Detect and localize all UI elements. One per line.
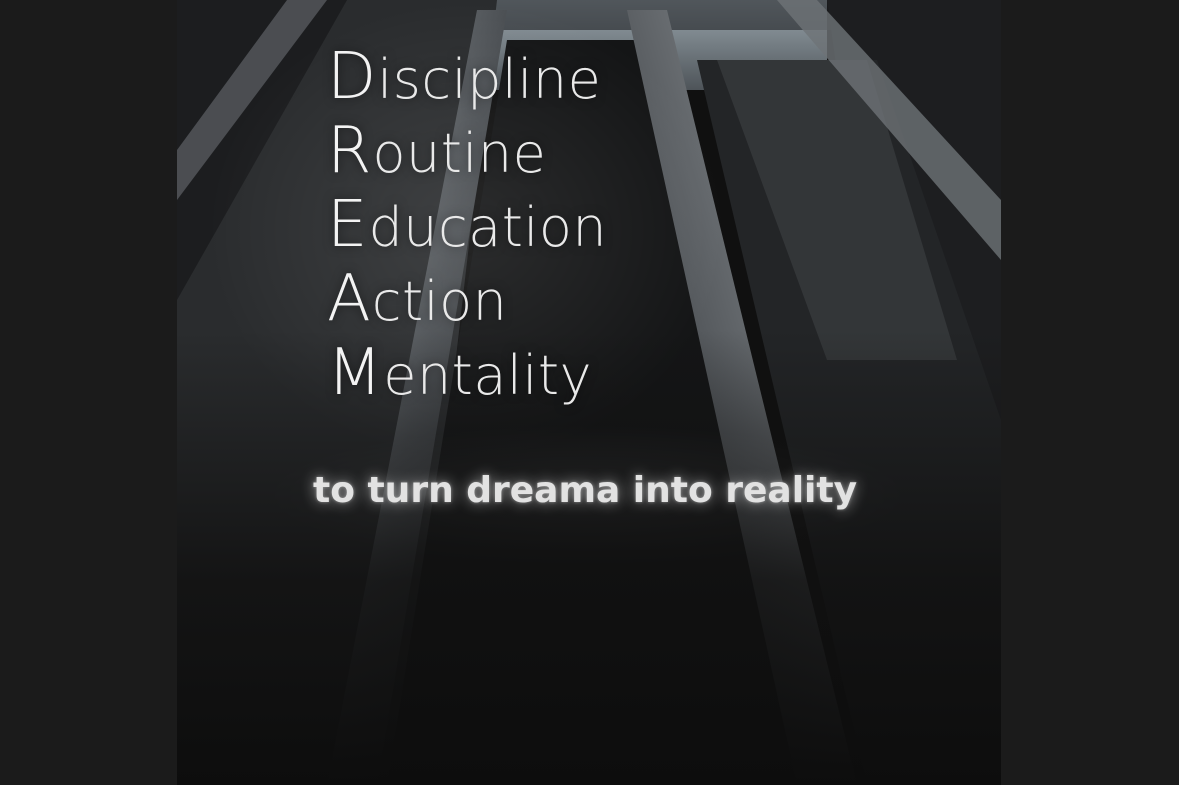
acronym-initial: E bbox=[327, 188, 369, 262]
acronym-item-routine: Routine bbox=[327, 114, 607, 188]
acronym-word-rest: entality bbox=[383, 344, 593, 407]
tagline-text: to turn dreama into reality bbox=[313, 470, 858, 511]
escalator-photo: Discipline Routine Education Action Ment… bbox=[177, 0, 1001, 785]
acronym-word-rest: ducation bbox=[368, 196, 608, 259]
acronym-word-rest: outine bbox=[372, 122, 547, 185]
left-letterbox bbox=[0, 0, 177, 785]
dream-acronym-list: Discipline Routine Education Action Ment… bbox=[327, 40, 607, 410]
acronym-word-rest: iscipline bbox=[377, 48, 602, 111]
acronym-item-mentality: Mentality bbox=[327, 336, 607, 410]
acronym-initial: A bbox=[327, 262, 372, 336]
acronym-word-rest: ction bbox=[371, 270, 508, 333]
acronym-initial: D bbox=[327, 40, 378, 114]
video-frame: Discipline Routine Education Action Ment… bbox=[0, 0, 1179, 785]
acronym-item-discipline: Discipline bbox=[327, 40, 607, 114]
right-letterbox bbox=[1001, 0, 1179, 785]
acronym-initial: M bbox=[327, 336, 384, 410]
acronym-item-action: Action bbox=[327, 262, 607, 336]
acronym-item-education: Education bbox=[327, 188, 607, 262]
acronym-initial: R bbox=[327, 114, 373, 188]
